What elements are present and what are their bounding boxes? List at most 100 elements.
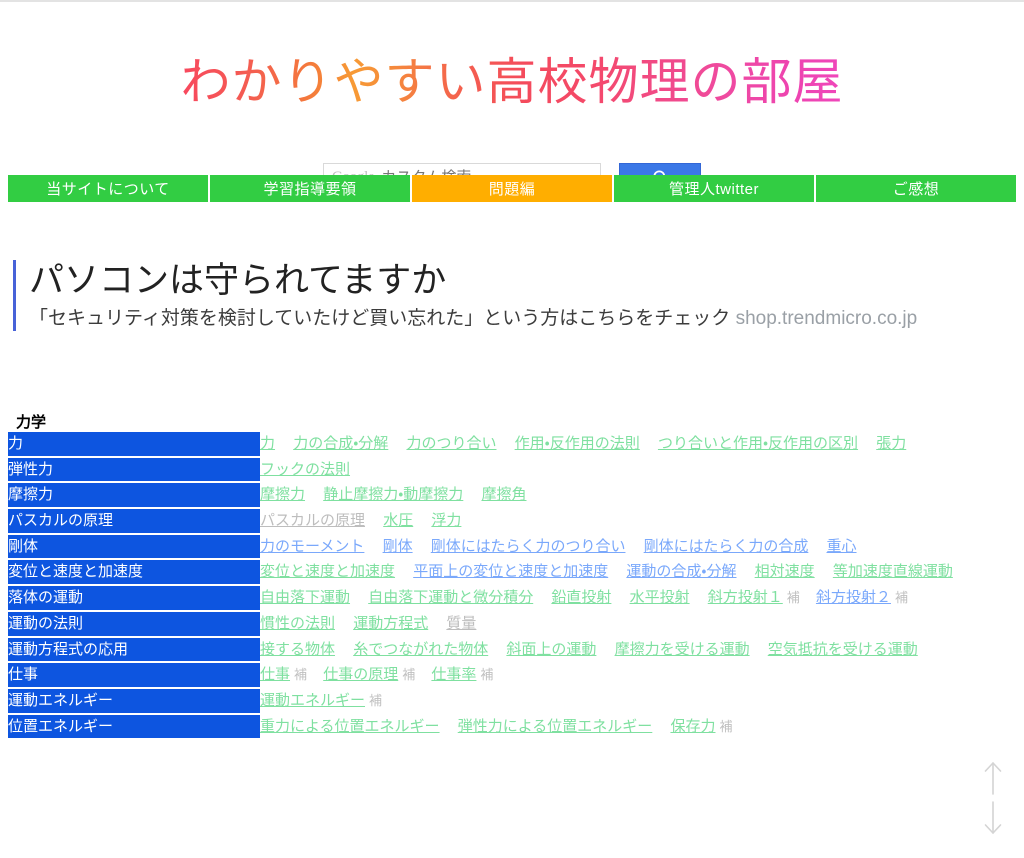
arrow-up-icon[interactable] (982, 760, 1004, 796)
table-row: 運動方程式の応用 接する物体 糸でつながれた物体 斜面上の運動 摩擦力を受ける運動… (8, 637, 1016, 662)
topic-link[interactable]: パスカルの原理 (260, 512, 365, 529)
topic-link[interactable]: 自由落下運動 (260, 589, 350, 606)
topic-link[interactable]: 剛体 (383, 538, 413, 555)
topic-link[interactable]: 重心 (827, 538, 857, 555)
topic-links-cell: 力のモーメント 剛体 剛体にはたらく力のつり合い 剛体にはたらく力の合成 重心 (260, 535, 1016, 559)
table-row: 位置エネルギー 重力による位置エネルギー 弾性力による位置エネルギー 保存力補 (8, 714, 1016, 739)
topic-link[interactable]: 相対速度 (755, 563, 815, 580)
table-row: 落体の運動 自由落下運動 自由落下運動と微分積分 鉛直投射 水平投射 斜方投射１ 補… (8, 586, 1016, 610)
supplement-marker: 補 (369, 692, 383, 708)
topic-link[interactable]: 力のつり合い (406, 435, 496, 452)
topic-link[interactable]: 張力 (876, 435, 906, 452)
topic-category-cell: 摩擦力 (8, 483, 260, 508)
nav-item-about[interactable]: 当サイトについて (8, 175, 210, 202)
topic-category-cell: 弾性力 (8, 457, 260, 482)
supplement-marker: 補 (894, 590, 908, 606)
supplement-marker: 補 (786, 590, 800, 606)
topic-link[interactable]: 斜面上の運動 (506, 641, 596, 658)
topic-category-cell: 力 (8, 432, 260, 456)
topic-link[interactable]: 平面上の変位と速度と加速度 (413, 563, 608, 580)
table-row: 仕事 仕事補 仕事の原理補 仕事率補 (8, 663, 1016, 687)
topic-category-cell: 運動エネルギー (8, 688, 260, 713)
topic-links-cell: 重力による位置エネルギー 弾性力による位置エネルギー 保存力補 (260, 715, 1016, 739)
table-row: 力力 力の合成・分解 力のつり合い 作用・反作用の法則 つり合いと作用・反作用の… (8, 432, 1016, 456)
topic-link[interactable]: 作用・反作用の法則 (515, 435, 640, 452)
topic-link[interactable]: 運動方程式 (353, 615, 428, 632)
topic-link[interactable]: 保存力 (670, 718, 715, 735)
topic-link[interactable]: 運動の合成・分解 (626, 563, 736, 580)
supplement-marker: 補 (402, 667, 416, 683)
topic-link[interactable]: 浮力 (431, 512, 461, 529)
table-row: 運動の法則 慣性の法則 運動方程式 質量 (8, 611, 1016, 636)
topic-link[interactable]: つり合いと作用・反作用の区別 (658, 435, 858, 452)
scroll-indicator (978, 760, 1008, 836)
topic-link[interactable]: 摩擦角 (481, 486, 526, 503)
topic-link[interactable]: 変位と速度と加速度 (260, 563, 395, 580)
topic-category-cell: パスカルの原理 (8, 509, 260, 533)
nav-item-feedback[interactable]: ご感想 (816, 175, 1016, 202)
topic-link[interactable]: 水平投射 (630, 589, 690, 606)
topic-links-cell: 力 力の合成・分解 力のつり合い 作用・反作用の法則 つり合いと作用・反作用の区… (260, 432, 1016, 456)
table-row: 運動エネルギー 運動エネルギー補 (8, 688, 1016, 713)
topic-link[interactable]: 斜方投射２ (816, 589, 891, 606)
topic-link[interactable]: 仕事の原理 (323, 666, 398, 683)
topic-category-cell: 剛体 (8, 534, 260, 559)
topic-link[interactable]: フックの法則 (260, 461, 350, 478)
topic-link[interactable]: 糸でつながれた物体 (353, 641, 488, 658)
topic-category-cell: 運動の法則 (8, 611, 260, 636)
page-title: わかりやすい高校物理の部屋 (180, 53, 844, 110)
nav-item-curriculum[interactable]: 学習指導要領 (210, 175, 412, 202)
topic-link[interactable]: 空気抵抗を受ける運動 (768, 641, 918, 658)
table-row: 摩擦力 摩擦力 静止摩擦力・動摩擦力 摩擦角 (8, 483, 1016, 508)
topic-link[interactable]: 慣性の法則 (260, 615, 335, 632)
table-row: パスカルの原理 パスカルの原理 水圧 浮力 (8, 509, 1016, 533)
ad-banner[interactable]: パソコンは守られてますか 「セキュリティ対策を検討していたけど買い忘れた」という… (13, 260, 1013, 332)
topic-link[interactable]: 摩擦力を受ける運動 (615, 641, 750, 658)
topic-link[interactable]: 運動エネルギー (260, 692, 365, 709)
ad-title: パソコンは守られてますか (29, 261, 447, 300)
topic-links-cell: 変位と速度と加速度 平面上の変位と速度と加速度 運動の合成・分解 相対速度 等加… (260, 560, 1016, 584)
topic-link[interactable]: 剛体にはたらく力の合成 (644, 538, 809, 555)
topic-link[interactable]: 弾性力による位置エネルギー (458, 718, 653, 735)
nav-item-problems[interactable]: 問題編 (412, 175, 614, 202)
topic-link[interactable]: 斜方投射１ (708, 589, 783, 606)
topic-link[interactable]: 接する物体 (260, 641, 335, 658)
topic-link[interactable]: 質量 (446, 615, 476, 632)
site-header: わかりやすい高校物理の部屋 (0, 2, 1024, 145)
topic-links-cell: パスカルの原理 水圧 浮力 (260, 509, 1016, 533)
topic-link[interactable]: 静止摩擦力・動摩擦力 (323, 486, 463, 503)
ad-subtitle: 「セキュリティ対策を検討していたけど買い忘れた」という方はこちらをチェック sh… (29, 307, 1013, 332)
nav-item-twitter[interactable]: 管理人twitter (614, 175, 816, 202)
topic-link[interactable]: 重力による位置エネルギー (260, 718, 440, 735)
topic-category-cell: 位置エネルギー (8, 714, 260, 739)
topic-links-cell: フックの法則 (260, 458, 1016, 482)
supplement-marker: 補 (480, 667, 494, 683)
ad-subtitle-text: 「セキュリティ対策を検討していたけど買い忘れた」という方はこちらをチェック (29, 307, 731, 329)
topic-category-cell: 落体の運動 (8, 586, 260, 610)
topic-link[interactable]: 等加速度直線運動 (833, 563, 953, 580)
topic-link[interactable]: 鉛直投射 (551, 589, 611, 606)
topic-links-cell: 接する物体 糸でつながれた物体 斜面上の運動 摩擦力を受ける運動 空気抵抗を受け… (260, 638, 1016, 662)
supplement-marker: 補 (719, 718, 733, 734)
topic-links-cell: 運動エネルギー補 (260, 689, 1016, 713)
topic-link[interactable]: 仕事 (260, 666, 290, 683)
main-nav: 当サイトについて 学習指導要領 問題編 管理人twitter ご感想 (8, 175, 1016, 202)
topic-category-cell: 変位と速度と加速度 (8, 560, 260, 585)
ad-url: shop.trendmicro.co.jp (735, 307, 918, 329)
topic-link[interactable]: 力の合成・分解 (293, 435, 388, 452)
topic-link[interactable]: 仕事率 (431, 666, 476, 683)
section-heading-mechanics: 力学 (16, 414, 47, 431)
topic-table: 力力 力の合成・分解 力のつり合い 作用・反作用の法則 つり合いと作用・反作用の… (8, 430, 1016, 740)
table-row: 変位と速度と加速度 変位と速度と加速度 平面上の変位と速度と加速度 運動の合成・分… (8, 560, 1016, 585)
table-row: 剛体 力のモーメント 剛体 剛体にはたらく力のつり合い 剛体にはたらく力の合成 重… (8, 534, 1016, 559)
topic-link[interactable]: 力 (260, 435, 275, 452)
topic-link[interactable]: 剛体にはたらく力のつり合い (431, 538, 626, 555)
topic-link[interactable]: 水圧 (383, 512, 413, 529)
topic-link[interactable]: 力のモーメント (260, 538, 364, 555)
topic-link[interactable]: 自由落下運動と微分積分 (368, 589, 533, 606)
topic-link[interactable]: 摩擦力 (260, 486, 305, 503)
topic-links-cell: 摩擦力 静止摩擦力・動摩擦力 摩擦角 (260, 483, 1016, 507)
topic-links-cell: 自由落下運動 自由落下運動と微分積分 鉛直投射 水平投射 斜方投射１ 補 斜方投射… (260, 586, 1016, 610)
arrow-down-icon[interactable] (982, 800, 1004, 836)
supplement-marker: 補 (294, 667, 308, 683)
